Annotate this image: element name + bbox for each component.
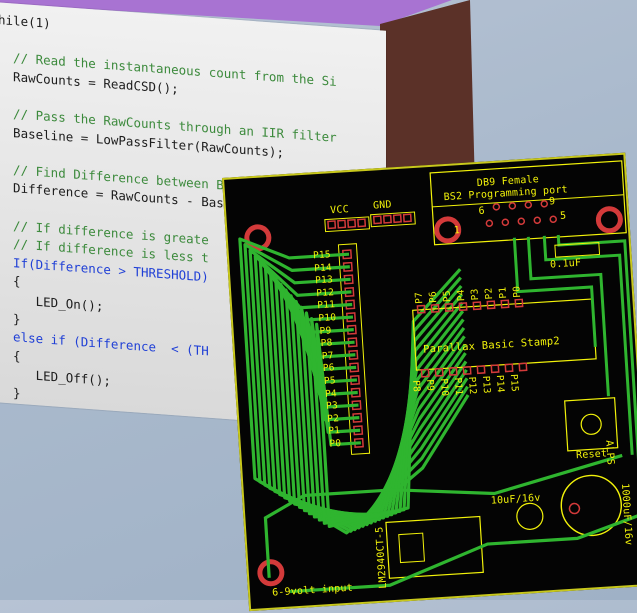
code-line: LED_Off(); xyxy=(0,365,111,389)
left-pin-label: P9 xyxy=(319,325,332,337)
chip-pad xyxy=(504,363,514,373)
code-line: // Read the instantaneous count from the… xyxy=(0,49,337,90)
code-line: RawCounts = ReadCSD(); xyxy=(0,67,179,97)
reset-button xyxy=(580,413,602,435)
left-pin-label: P4 xyxy=(324,387,338,400)
chip-bottom-pin-label: P11 xyxy=(452,377,465,396)
vcc-label: VCC xyxy=(329,204,350,217)
db9-pin9-label: 9 xyxy=(548,196,556,208)
code-line: { xyxy=(0,346,21,364)
header-pad xyxy=(392,214,402,224)
code-line: // If difference is greate xyxy=(0,216,209,248)
left-pin-label: P8 xyxy=(320,337,333,350)
header-pad xyxy=(327,220,337,230)
chip-bottom-pin-label: P14 xyxy=(493,374,507,394)
chip-top-pin-label: P4 xyxy=(455,289,468,302)
left-pin-label: P15 xyxy=(312,249,332,262)
code-line: If(Difference > THRESHOLD) xyxy=(0,253,209,285)
left-pin-label: P11 xyxy=(317,299,336,312)
left-pin-label: P5 xyxy=(323,375,337,387)
chip-top-pin-label: P6 xyxy=(427,290,440,304)
chip-bottom-pin-label: P15 xyxy=(507,373,520,393)
chip-top-pin-label: P0 xyxy=(511,285,524,299)
left-pin-label: P14 xyxy=(313,261,333,274)
header-pad xyxy=(372,215,382,225)
chip-pad xyxy=(490,364,500,374)
capacitor-mid xyxy=(516,502,544,530)
capacitor-big xyxy=(560,474,622,537)
code-line: LED_On(); xyxy=(0,291,104,314)
gnd-label: GND xyxy=(372,199,393,212)
regulator-tab xyxy=(398,532,425,564)
code-line: } xyxy=(0,309,21,327)
code-line: Baseline = LowPassFilter(RawCounts); xyxy=(0,123,284,160)
left-pin-label: P7 xyxy=(321,350,334,362)
mounting-hole xyxy=(595,206,623,234)
db9-pad xyxy=(508,202,517,210)
header-pad xyxy=(402,213,412,223)
pcb-board: VCC GND DB9 Female BS2 Programming port … xyxy=(222,152,637,612)
chip-top-pin-label: P2 xyxy=(483,287,496,300)
chip-bottom-pin-label: P8 xyxy=(410,379,422,393)
db9-pad xyxy=(533,216,542,225)
db9-pad xyxy=(524,201,533,209)
code-line: // If difference is less t xyxy=(0,235,209,266)
db9-pad xyxy=(517,217,526,226)
capacitor-pad xyxy=(568,502,581,515)
db9-pad xyxy=(501,218,510,227)
chip-pad xyxy=(518,362,528,372)
code-line: { xyxy=(0,272,21,290)
left-pin-label: P2 xyxy=(326,412,340,425)
chip-top-pin-label: P1 xyxy=(497,286,510,299)
db9-pad xyxy=(549,215,557,224)
reset-label: Reset xyxy=(575,448,608,462)
db9-pad xyxy=(492,203,501,211)
left-pin-label: P10 xyxy=(318,312,337,325)
left-pin-label: P3 xyxy=(325,400,339,413)
db9-pin1-label: 1 xyxy=(453,225,461,237)
db9-pin5-label: 5 xyxy=(559,210,567,222)
left-pin-label: P1 xyxy=(327,425,341,438)
header-pad xyxy=(382,214,392,224)
db9-pad xyxy=(540,200,549,208)
code-line: // Pass the RawCounts through an IIR fil… xyxy=(0,105,337,145)
switch-part-label: ALPS xyxy=(603,439,616,466)
left-pin-label: P12 xyxy=(315,286,335,300)
chip-pad xyxy=(476,365,486,375)
code-line: else if (Difference < (TH xyxy=(0,328,209,359)
header-pad xyxy=(347,218,357,228)
chip-top-pin-label: P7 xyxy=(413,291,426,305)
db9-pad xyxy=(485,219,494,228)
header-pad xyxy=(337,219,347,229)
left-pin-label: P0 xyxy=(329,438,342,450)
regulator-outline xyxy=(385,515,484,579)
capacitor-small-label: 0.1uF xyxy=(549,257,582,271)
left-pin-label: P6 xyxy=(322,362,336,375)
chip-top-pin-label: P3 xyxy=(469,288,482,301)
code-line: hile(1) xyxy=(0,12,51,31)
pcb-panel: VCC GND DB9 Female BS2 Programming port … xyxy=(222,152,637,612)
header-pad xyxy=(357,218,367,228)
rendered-scene: hile(1) // Read the instantaneous count … xyxy=(0,0,637,612)
mounting-hole xyxy=(257,559,285,587)
left-pin-label: P13 xyxy=(314,274,334,287)
code-line: } xyxy=(0,384,21,401)
chip-bottom-pin-label: P9 xyxy=(424,379,436,392)
db9-pin6-label: 6 xyxy=(478,205,486,217)
chip-top-pin-label: P5 xyxy=(441,289,454,303)
chip-bottom-pin-label: P13 xyxy=(479,375,493,394)
io-header-outline xyxy=(337,243,371,455)
chip-bottom-pin-label: P12 xyxy=(465,376,479,395)
chip-bottom-pin-label: P10 xyxy=(438,378,451,397)
